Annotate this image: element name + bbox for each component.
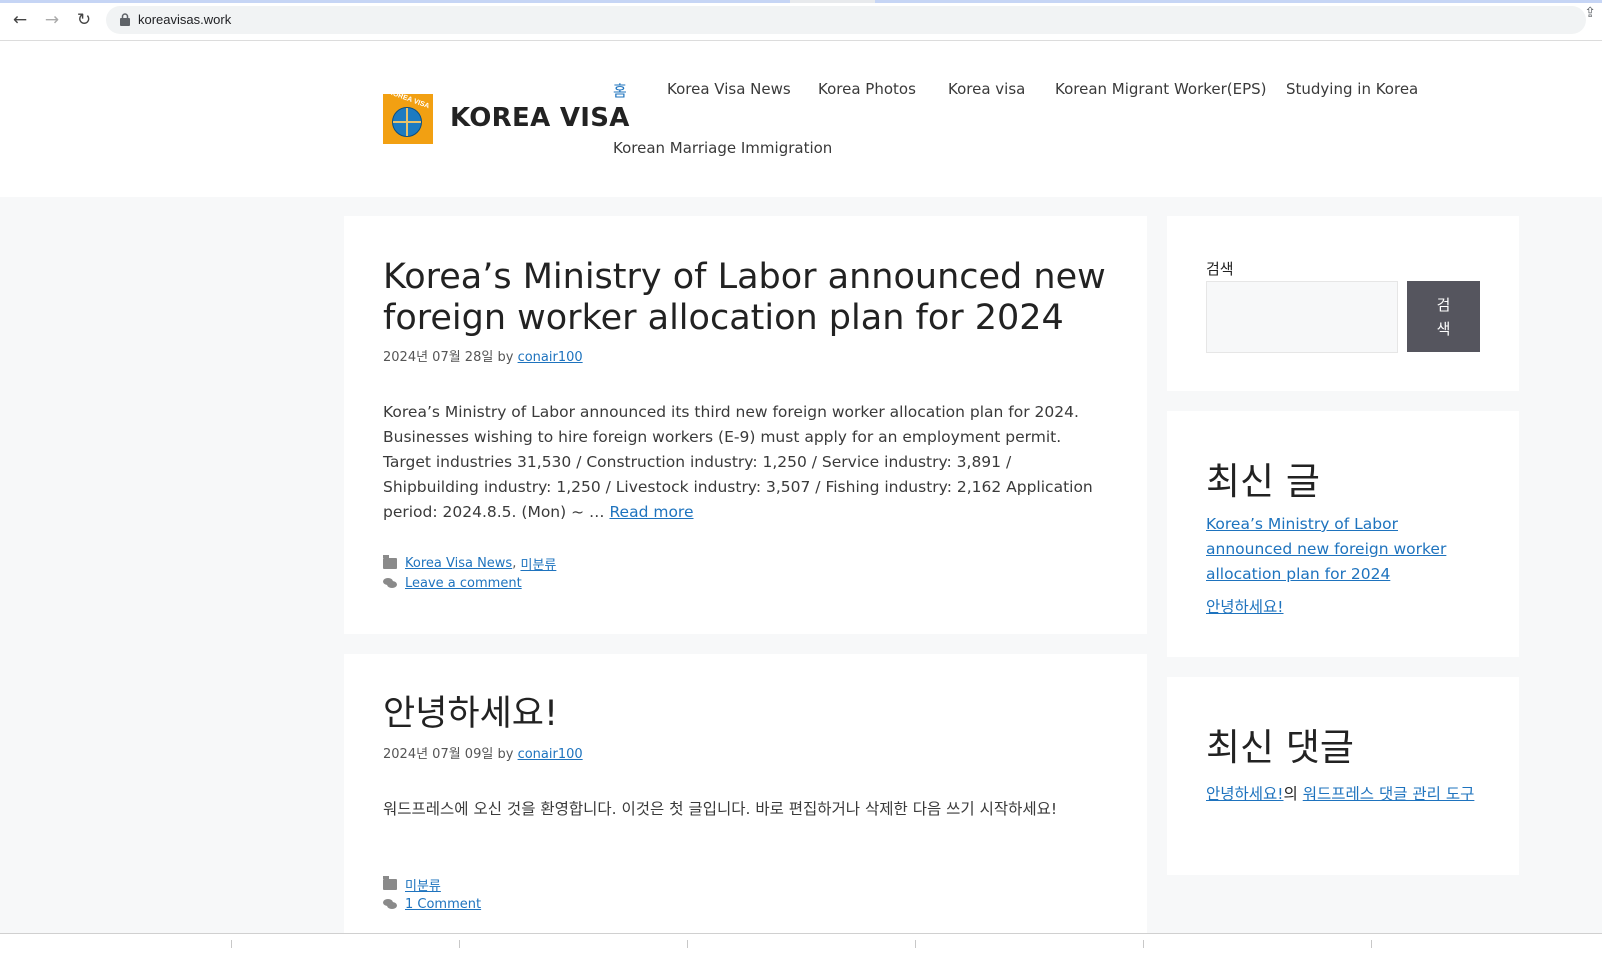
comment-author-link[interactable]: 워드프레스 댓글 관리 도구 [1303, 785, 1475, 803]
author-link[interactable]: conair100 [518, 350, 583, 365]
post-excerpt: 워드프레스에 오신 것을 환영합니다. 이것은 첫 글입니다. 바로 편집하거나… [383, 800, 1058, 818]
post-date: 2024년 07월 09일 [383, 747, 494, 762]
author-link[interactable]: conair100 [518, 747, 583, 762]
tab-strip [0, 0, 1602, 3]
site-title[interactable]: KOREA VISA [450, 103, 630, 133]
site-logo[interactable]: KOREA VISA [383, 89, 433, 144]
search-input[interactable] [1206, 281, 1398, 353]
post-excerpt: Korea’s Ministry of Labor announced its … [383, 400, 1108, 525]
menu-item-home[interactable]: 홈 [613, 80, 627, 101]
post-comments: 1 Comment [383, 897, 481, 912]
reload-icon[interactable]: ↻ [73, 9, 95, 31]
category-link[interactable]: 미분류 [520, 554, 556, 573]
comment-link[interactable]: Leave a comment [405, 576, 522, 591]
menu-item-korea-photos[interactable]: Korea Photos [818, 80, 916, 98]
forward-icon[interactable]: → [41, 9, 63, 31]
recent-comments-widget: 최신 댓글 안녕하세요!의 워드프레스 댓글 관리 도구 [1167, 677, 1519, 875]
comments-icon [383, 578, 397, 589]
folder-icon [383, 876, 397, 890]
site-header: KOREA VISA KOREA VISA 홈 Korea Visa News … [0, 41, 1602, 197]
post-title-line[interactable]: foreign worker allocation plan for 2024 [383, 298, 1064, 338]
excerpt-text: Korea’s Ministry of Labor announced its … [383, 403, 1093, 521]
search-button-label: 검색 [1436, 295, 1451, 338]
recent-post-link[interactable]: 안녕하세요! [1206, 595, 1486, 620]
category-link[interactable]: 미분류 [405, 875, 441, 894]
recent-posts-widget: 최신 글 Korea’s Ministry of Labor announced… [1167, 411, 1519, 657]
recent-post-link[interactable]: Korea’s Ministry of Labor announced new … [1206, 512, 1466, 587]
comment-connector: 의 [1283, 785, 1298, 803]
search-label: 검색 [1206, 260, 1234, 278]
comment-link[interactable]: 1 Comment [405, 897, 481, 912]
share-icon[interactable]: ⇪ [1584, 5, 1596, 21]
back-icon[interactable]: ← [9, 9, 31, 31]
post-by: by [497, 747, 514, 762]
read-more-link[interactable]: Read more [609, 503, 693, 521]
comment-post-link[interactable]: 안녕하세요! [1206, 785, 1284, 803]
recent-comment: 안녕하세요!의 워드프레스 댓글 관리 도구 [1206, 779, 1496, 809]
post-meta: 2024년 07월 09일 by conair100 [383, 743, 583, 762]
search-widget: 검색 검색 [1167, 216, 1519, 391]
post-date: 2024년 07월 28일 [383, 350, 494, 365]
post-title[interactable]: 안녕하세요! [383, 694, 558, 735]
post-comments: Leave a comment [383, 576, 522, 591]
menu-item-korea-visa[interactable]: Korea visa [948, 80, 1025, 98]
menu-item-studying[interactable]: Studying in Korea [1286, 80, 1418, 98]
menu-item-korea-visa-news[interactable]: Korea Visa News [667, 80, 791, 98]
widget-title: 최신 댓글 [1206, 726, 1354, 769]
bottom-bar [0, 933, 1602, 968]
globe-icon [392, 107, 422, 137]
post-card: Korea’s Ministry of Labor announced new … [344, 216, 1147, 634]
url-text[interactable]: koreavisas.work [138, 12, 231, 27]
post-card: 안녕하세요! 2024년 07월 09일 by conair100 워드프레스에… [344, 654, 1147, 954]
category-link[interactable]: Korea Visa News [405, 556, 512, 571]
menu-item-marriage-immigration[interactable]: Korean Marriage Immigration [613, 139, 832, 157]
post-title-line[interactable]: Korea’s Ministry of Labor announced new [383, 257, 1106, 297]
address-bar[interactable]: koreavisas.work [106, 6, 1586, 34]
widget-title: 최신 글 [1206, 460, 1320, 503]
post-title[interactable]: Korea’s Ministry of Labor announced new … [383, 257, 1106, 339]
browser-toolbar: ← → ↻ koreavisas.work ⇪ [0, 0, 1602, 41]
folder-icon [383, 555, 397, 569]
post-by: by [497, 350, 514, 365]
menu-item-migrant-worker[interactable]: Korean Migrant Worker(EPS) [1055, 80, 1267, 98]
post-categories: Korea Visa News, 미분류 [383, 554, 556, 573]
post-meta: 2024년 07월 28일 by conair100 [383, 346, 583, 365]
lock-icon [120, 13, 130, 26]
search-button[interactable]: 검색 [1407, 281, 1480, 352]
post-categories: 미분류 [383, 875, 441, 894]
comments-icon [383, 899, 397, 910]
